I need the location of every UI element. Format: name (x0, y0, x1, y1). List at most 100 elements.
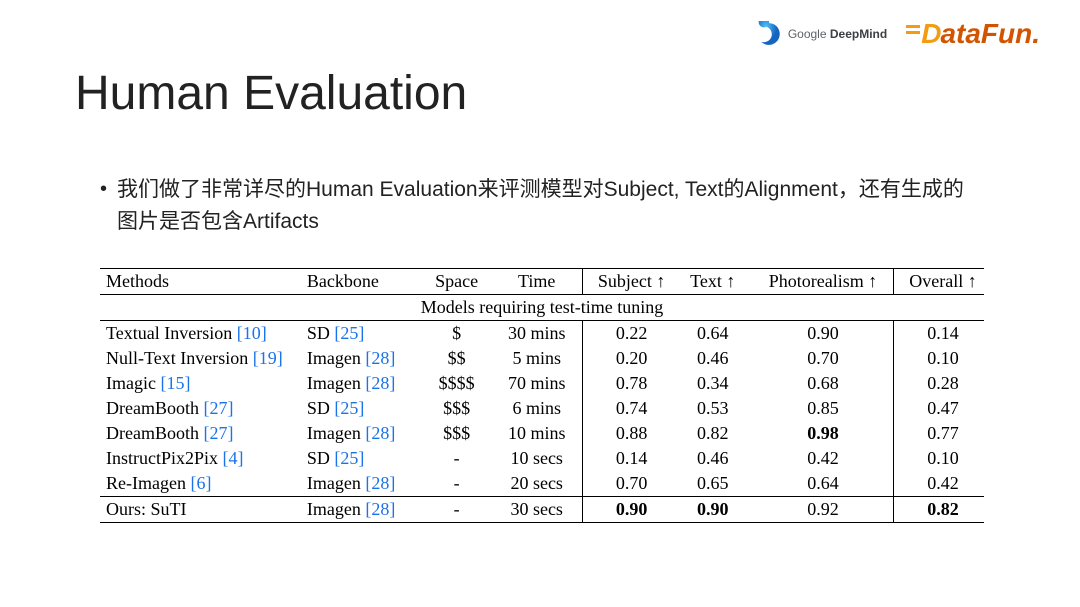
cell-text: 0.64 (673, 321, 753, 347)
cell-photo: 0.42 (753, 446, 894, 471)
table-row: Imagic [15]Imagen [28]$$$$70 mins0.780.3… (100, 371, 984, 396)
table-row: Null-Text Inversion [19]Imagen [28]$$5 m… (100, 346, 984, 371)
cell-photo: 0.98 (753, 421, 894, 446)
cell-space: $$$ (421, 396, 491, 421)
cell-space: - (421, 471, 491, 497)
cell-backbone: Imagen [28] (301, 346, 422, 371)
cell-text: 0.46 (673, 446, 753, 471)
bullet-text: 我们做了非常详尽的Human Evaluation来评测模型对Subject, … (117, 174, 980, 238)
cell-photo: 0.70 (753, 346, 894, 371)
cell-backbone: Imagen [28] (301, 471, 422, 497)
col-text: Text ↑ (673, 269, 753, 295)
cell-photo: 0.85 (753, 396, 894, 421)
cell-time: 5 mins (492, 346, 582, 371)
cell-subject: 0.78 (582, 371, 672, 396)
datafun-d: D (921, 18, 940, 50)
cell-time: 10 mins (492, 421, 582, 446)
deepmind-label: Google DeepMind (788, 27, 887, 41)
cell-method: DreamBooth [27] (100, 396, 301, 421)
cell-subject: 0.90 (582, 497, 672, 523)
cell-time: 20 secs (492, 471, 582, 497)
cell-space: $$$$ (421, 371, 491, 396)
cell-overall: 0.77 (894, 421, 984, 446)
citation-ref: [28] (365, 473, 395, 493)
col-overall: Overall ↑ (894, 269, 984, 295)
cell-method: Re-Imagen [6] (100, 471, 301, 497)
cell-text: 0.82 (673, 421, 753, 446)
cell-space: $$$ (421, 421, 491, 446)
cell-subject: 0.70 (582, 471, 672, 497)
citation-ref: [28] (365, 348, 395, 368)
cell-space: $ (421, 321, 491, 347)
cell-overall: 0.42 (894, 471, 984, 497)
cell-method: Imagic [15] (100, 371, 301, 396)
cell-method: InstructPix2Pix [4] (100, 446, 301, 471)
citation-ref: [15] (160, 373, 190, 393)
col-backbone: Backbone (301, 269, 422, 295)
cell-overall: 0.47 (894, 396, 984, 421)
cell-space: - (421, 497, 491, 523)
section-header: Models requiring test-time tuning (100, 295, 984, 321)
cell-subject: 0.14 (582, 446, 672, 471)
cell-text: 0.53 (673, 396, 753, 421)
citation-ref: [27] (203, 398, 233, 418)
datafun-logo: D ataFun. (905, 18, 1040, 50)
cell-time: 70 mins (492, 371, 582, 396)
results-table: Methods Backbone Space Time Subject ↑ Te… (100, 268, 984, 523)
logo-bar: Google DeepMind D ataFun. (756, 18, 1040, 50)
bullet-item: • 我们做了非常详尽的Human Evaluation来评测模型对Subject… (100, 174, 980, 238)
cell-subject: 0.20 (582, 346, 672, 371)
cell-overall: 0.82 (894, 497, 984, 523)
cell-overall: 0.28 (894, 371, 984, 396)
cell-subject: 0.74 (582, 396, 672, 421)
citation-ref: [25] (334, 323, 364, 343)
citation-ref: [28] (365, 423, 395, 443)
cell-text: 0.90 (673, 497, 753, 523)
deepmind-swirl-icon (756, 21, 782, 47)
cell-time: 30 mins (492, 321, 582, 347)
cell-text: 0.34 (673, 371, 753, 396)
cell-text: 0.46 (673, 346, 753, 371)
cell-method: Null-Text Inversion [19] (100, 346, 301, 371)
col-methods: Methods (100, 269, 301, 295)
cell-photo: 0.92 (753, 497, 894, 523)
col-subject: Subject ↑ (582, 269, 672, 295)
cell-photo: 0.64 (753, 471, 894, 497)
bullet-dot-icon: • (100, 174, 107, 204)
cell-time: 30 secs (492, 497, 582, 523)
cell-subject: 0.88 (582, 421, 672, 446)
citation-ref: [25] (334, 448, 364, 468)
citation-ref: [4] (223, 448, 244, 468)
citation-ref: [19] (253, 348, 283, 368)
cell-time: 6 mins (492, 396, 582, 421)
cell-method: Textual Inversion [10] (100, 321, 301, 347)
cell-backbone: SD [25] (301, 396, 422, 421)
citation-ref: [10] (237, 323, 267, 343)
cell-overall: 0.10 (894, 446, 984, 471)
cell-backbone: SD [25] (301, 321, 422, 347)
cell-backbone: SD [25] (301, 446, 422, 471)
col-space: Space (421, 269, 491, 295)
citation-ref: [6] (190, 473, 211, 493)
datafun-rest: ataFun. (940, 18, 1040, 50)
cell-backbone: Imagen [28] (301, 497, 422, 523)
page-title: Human Evaluation (75, 66, 467, 121)
deepmind-label-google: Google (788, 27, 830, 41)
table-row: Textual Inversion [10]SD [25]$30 mins0.2… (100, 321, 984, 347)
table-row: Re-Imagen [6]Imagen [28]-20 secs0.700.65… (100, 471, 984, 497)
citation-ref: [25] (334, 398, 364, 418)
citation-ref: [28] (365, 373, 395, 393)
citation-ref: [27] (203, 423, 233, 443)
cell-backbone: Imagen [28] (301, 371, 422, 396)
table-row: DreamBooth [27]Imagen [28]$$$10 mins0.88… (100, 421, 984, 446)
table-row: InstructPix2Pix [4]SD [25]-10 secs0.140.… (100, 446, 984, 471)
cell-space: - (421, 446, 491, 471)
cell-text: 0.65 (673, 471, 753, 497)
col-photo: Photorealism ↑ (753, 269, 894, 295)
table-row: DreamBooth [27]SD [25]$$$6 mins0.740.530… (100, 396, 984, 421)
cell-method: DreamBooth [27] (100, 421, 301, 446)
cell-photo: 0.68 (753, 371, 894, 396)
cell-time: 10 secs (492, 446, 582, 471)
cell-overall: 0.14 (894, 321, 984, 347)
cell-subject: 0.22 (582, 321, 672, 347)
